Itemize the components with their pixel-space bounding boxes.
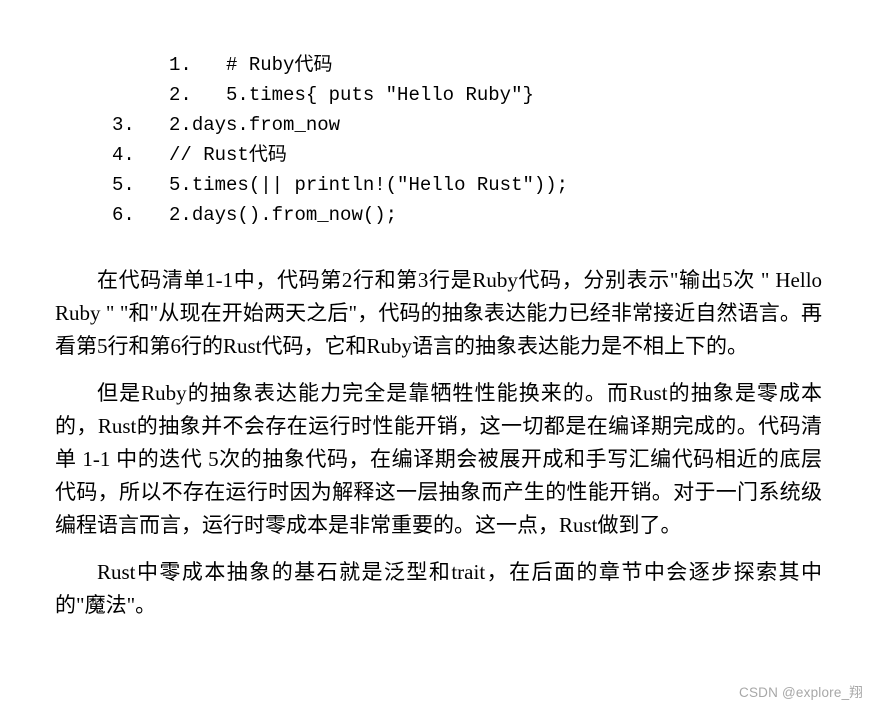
body-paragraph-2: 但是Ruby的抽象表达能力完全是靠牺牲性能换来的。而Rust的抽象是零成本的，R… [55, 377, 822, 542]
text: 1-1 [82, 447, 110, 471]
text: 6 [171, 334, 182, 358]
text: Rust [629, 381, 668, 405]
text: Rust [559, 513, 598, 537]
text: 行和第 [108, 334, 171, 358]
code-line: 4. // Rust代码 [55, 140, 822, 170]
text: Rust [223, 334, 262, 358]
text: 做到了。 [598, 513, 682, 537]
text: 中零成本抽象的基石就是泛型和 [136, 560, 452, 584]
body-paragraph-3: Rust中零成本抽象的基石就是泛型和trait，在后面的章节中会逐步探索其中的"… [55, 556, 822, 622]
code-line: 2. 5.times{ puts "Hello Ruby"} [55, 80, 822, 110]
text: 1-1 [205, 268, 233, 292]
code-line: 6. 2.days().from_now(); [55, 200, 822, 230]
code-line: 3. 2.days.from_now [55, 110, 822, 140]
text: 在代码清单 [97, 268, 205, 292]
text: 2 [342, 268, 353, 292]
text: 语言的抽象表达能力是不相上下的。 [412, 334, 748, 358]
code-line: 5. 5.times(|| println!("Hello Rust")); [55, 170, 822, 200]
text: 的抽象表达能力完全是靠牺牲性能换来的。而 [187, 381, 629, 405]
text: 行是 [428, 268, 472, 292]
text: 行的 [181, 334, 223, 358]
code-line: 1. # Ruby代码 [55, 50, 822, 80]
text: 5 [208, 447, 219, 471]
text: Rust [97, 560, 136, 584]
watermark: CSDN @explore_翔 [739, 681, 863, 701]
text: 中，代码第 [233, 268, 342, 292]
text: 但是 [97, 381, 141, 405]
body-paragraph-1: 在代码清单1-1中，代码第2行和第3行是Ruby代码，分别表示"输出5次 " H… [55, 264, 822, 363]
text: 代码，分别表示"输出 [518, 268, 722, 292]
text: 5 [97, 334, 108, 358]
text: Rust [98, 414, 137, 438]
text: Ruby [472, 268, 518, 292]
text: 3 [418, 268, 429, 292]
text: trait [451, 560, 485, 584]
text: 次 " [733, 268, 776, 292]
code-listing: 1. # Ruby代码 2. 5.times{ puts "Hello Ruby… [55, 50, 822, 230]
text: Ruby [367, 334, 413, 358]
text: 代码，它和 [262, 334, 367, 358]
text: Ruby [141, 381, 187, 405]
text: 中的迭代 [110, 447, 208, 471]
text: 5 [722, 268, 733, 292]
text: 行和第 [352, 268, 418, 292]
